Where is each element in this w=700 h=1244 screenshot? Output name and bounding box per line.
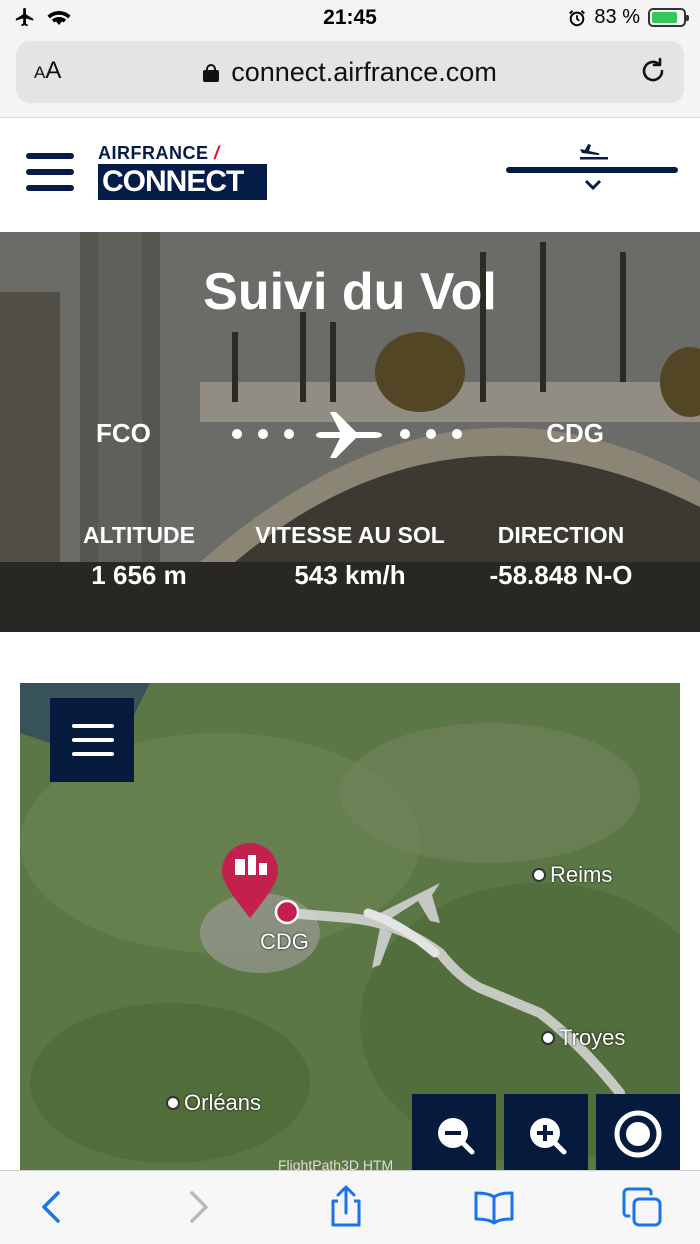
status-bar: 21:45 83 % (0, 0, 700, 38)
logo-airfrance: AIRFRANCE / (98, 143, 220, 163)
browser-toolbar (0, 1170, 700, 1244)
city-label-orleans: Orléans (166, 1090, 261, 1116)
altitude-value: 1 656 m (91, 560, 187, 590)
route-dot (232, 429, 242, 439)
alarm-icon (569, 9, 586, 26)
status-right: 83 % (568, 6, 689, 29)
tabs-icon[interactable] (620, 1185, 664, 1229)
reload-icon[interactable] (638, 56, 668, 86)
page-title: Suivi du Vol (203, 263, 497, 321)
direction-label: DIRECTION (497, 522, 625, 548)
main-menu-button[interactable] (26, 153, 74, 195)
recenter-button[interactable] (596, 1094, 680, 1173)
city-name: Orléans (184, 1090, 262, 1115)
ground-speed-value: 543 km/h (294, 560, 406, 590)
zoom-in-button[interactable] (504, 1094, 588, 1173)
address-bar[interactable]: AA connect.airfrance.com (16, 41, 684, 103)
route-dot (400, 429, 410, 439)
city-dot (532, 868, 546, 882)
airplane-icon (316, 412, 382, 458)
chevron-down-icon (584, 179, 602, 191)
route-dot (452, 429, 462, 439)
site-header: AIRFRANCE / CONNECT (0, 119, 700, 232)
direction-value: -58.848 N-O (489, 560, 633, 590)
city-name: Troyes (559, 1025, 626, 1050)
flight-progress-fill (506, 167, 678, 173)
city-dot (541, 1031, 555, 1045)
map-menu-button[interactable] (50, 698, 134, 782)
city-label-troyes: Troyes (541, 1025, 625, 1051)
zoom-out-button[interactable] (412, 1094, 496, 1173)
origin-airport: FCO (96, 418, 151, 448)
battery-percent: 83 % (594, 6, 640, 28)
flight-map[interactable]: CDG Reims Troyes Orléans FlightPath3D HT… (20, 683, 680, 1173)
zoom-out-icon (438, 1118, 475, 1155)
destination-airport: CDG (546, 418, 604, 448)
altitude-label: ALTITUDE (82, 522, 195, 548)
route-dot (426, 429, 436, 439)
bookmarks-icon[interactable] (472, 1185, 516, 1229)
back-icon[interactable] (30, 1185, 74, 1229)
battery-icon (648, 8, 689, 27)
recenter-icon (614, 1110, 662, 1158)
url-text: connect.airfrance.com (231, 57, 497, 87)
logo-connect: CONNECT (98, 164, 267, 200)
ground-speed-label: VITESSE AU SOL (255, 522, 445, 548)
battery-fill (652, 12, 677, 23)
route-dot (258, 429, 268, 439)
city-name: Reims (550, 862, 613, 887)
airplane-landing-icon (580, 144, 608, 160)
route-dot (284, 429, 294, 439)
city-label-reims: Reims (532, 862, 612, 888)
logo-slash: / (214, 143, 220, 163)
route-indicator: FCO CDG (0, 410, 700, 460)
share-icon[interactable] (324, 1185, 368, 1229)
city-dot (166, 1096, 180, 1110)
url-display[interactable]: connect.airfrance.com (16, 57, 684, 88)
flight-tracking-hero: Suivi du Vol FCO CDG ALTITUDE 1 656 m VI… (0, 232, 700, 632)
air-france-connect-logo[interactable]: AIRFRANCE / CONNECT (98, 144, 268, 200)
lock-icon (203, 64, 220, 82)
forward-icon[interactable] (176, 1185, 220, 1229)
flight-progress-bar (506, 167, 678, 173)
flight-progress-dropdown[interactable] (506, 141, 678, 201)
browser-address-area: AA connect.airfrance.com (0, 38, 700, 118)
airport-label: CDG (260, 929, 309, 954)
zoom-in-icon (530, 1118, 567, 1155)
